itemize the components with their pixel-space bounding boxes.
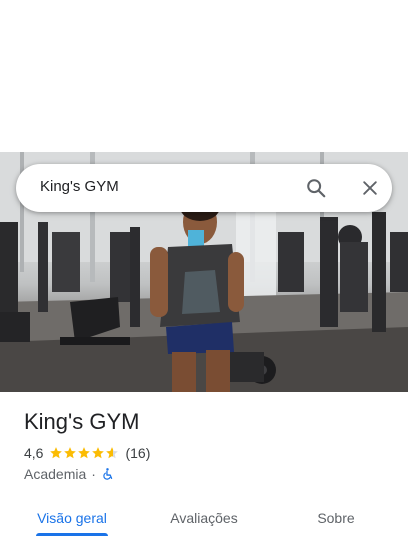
tab-bar: Visão geral Avaliações Sobre — [0, 492, 408, 544]
star-icon — [78, 447, 91, 459]
tab-visao-geral[interactable]: Visão geral — [20, 492, 124, 544]
star-icon — [106, 447, 119, 459]
rating-row[interactable]: 4,6 (16) — [24, 444, 150, 462]
close-button[interactable] — [356, 174, 384, 202]
wheelchair-icon — [103, 468, 113, 480]
star-rating — [49, 446, 119, 460]
category-label: Academia — [24, 466, 87, 482]
star-icon — [92, 447, 105, 459]
rating-value: 4,6 — [24, 445, 44, 461]
place-title: King's GYM — [24, 409, 140, 434]
close-icon — [363, 181, 377, 195]
search-button[interactable] — [302, 174, 330, 202]
active-tab-indicator — [36, 533, 108, 536]
category-row: Academia · — [24, 465, 114, 483]
tab-sobre[interactable]: Sobre — [284, 492, 388, 544]
star-icon — [64, 447, 77, 459]
tab-avaliacoes[interactable]: Avaliações — [152, 492, 256, 544]
search-bar[interactable]: King's GYM — [16, 164, 392, 212]
search-input[interactable]: King's GYM — [40, 178, 119, 195]
search-icon — [307, 179, 326, 198]
separator-dot: · — [91, 466, 96, 482]
review-count: (16) — [125, 445, 151, 461]
star-icon — [50, 447, 63, 459]
